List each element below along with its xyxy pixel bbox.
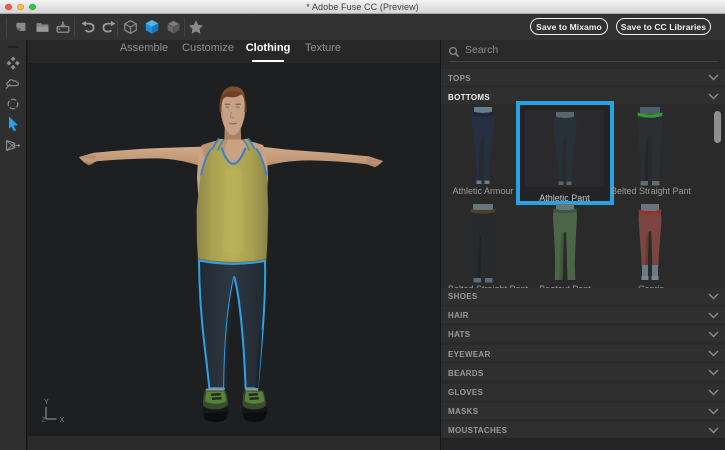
svg-text:Z: Z <box>42 417 47 424</box>
svg-text:X: X <box>60 417 65 424</box>
svg-text:Y: Y <box>44 399 49 406</box>
